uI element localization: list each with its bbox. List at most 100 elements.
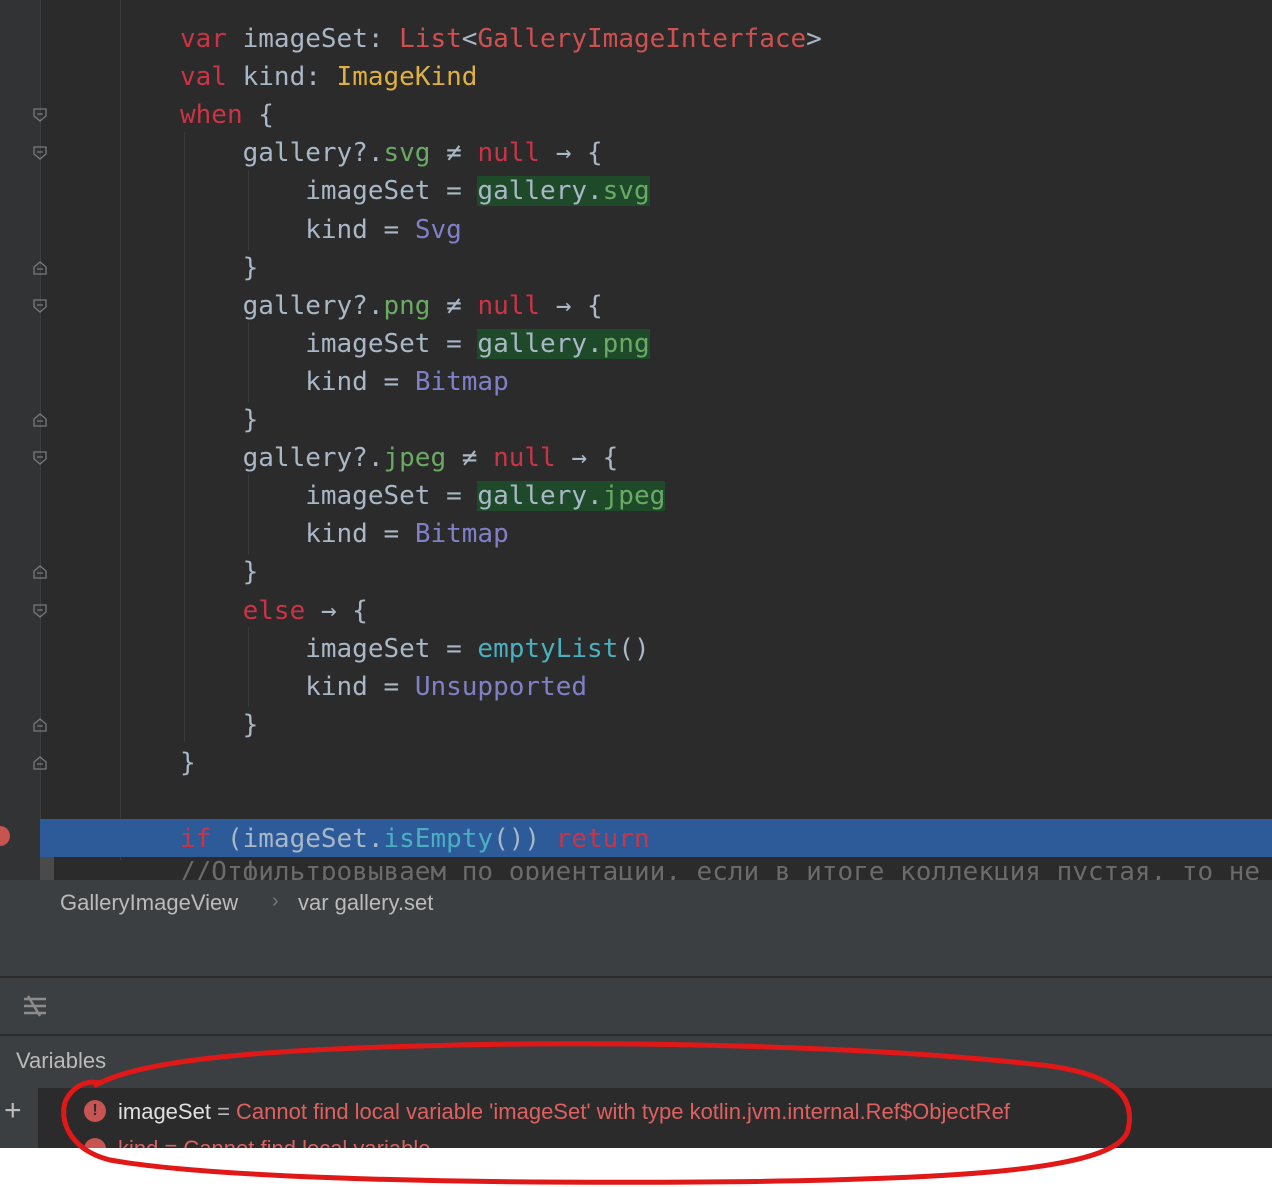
code-line[interactable]: imageSet = gallery.jpeg (180, 477, 666, 515)
code-token: gallery. (477, 481, 603, 512)
variable-name: imageSet (118, 1099, 211, 1124)
fold-collapse-icon[interactable] (32, 450, 48, 466)
code-token: svg (383, 138, 431, 169)
code-token: imageSet = (180, 176, 478, 207)
code-token: gallery?. (180, 290, 384, 321)
error-icon: ! (84, 1100, 106, 1122)
code-token: kind = (180, 519, 415, 550)
code-token: else (242, 595, 306, 626)
gutter-divider (40, 0, 41, 880)
error-icon (84, 1138, 106, 1148)
fold-collapse-icon[interactable] (32, 298, 48, 314)
layout-settings-icon[interactable] (22, 994, 48, 1018)
code-token: kind: (226, 62, 337, 93)
breadcrumb: GalleryImageView › var gallery.set (0, 880, 1272, 926)
code-token: ImageKind (336, 62, 478, 93)
code-line[interactable]: } (180, 249, 259, 287)
code-token: Unsupported (414, 671, 587, 702)
code-token: ≠ (430, 138, 478, 169)
code-line[interactable]: } (180, 706, 259, 744)
fold-collapse-icon[interactable] (32, 107, 48, 123)
editor-gutter[interactable] (0, 0, 40, 880)
code-line[interactable]: else → { (180, 592, 368, 630)
code-line[interactable]: val kind: ImageKind (180, 58, 477, 96)
code-token: svg (602, 176, 650, 207)
code-token: gallery. (477, 328, 603, 359)
breadcrumb-class[interactable]: GalleryImageView (60, 890, 238, 916)
variable-row-partial[interactable]: kind = Cannot find local variable (84, 1138, 484, 1148)
code-line[interactable]: if (imageSet.isEmpty()) return (180, 820, 650, 858)
code-line[interactable]: imageSet = gallery.png (180, 325, 650, 363)
code-token: } (180, 747, 196, 778)
code-token: } (180, 557, 259, 588)
code-token: gallery?. (180, 138, 384, 169)
code-line[interactable]: when { (180, 96, 274, 134)
code-token: return (555, 824, 650, 855)
code-token: var (180, 24, 227, 54)
code-line[interactable]: } (180, 744, 196, 782)
code-token: Bitmap (414, 366, 509, 397)
fold-end-icon[interactable] (32, 755, 48, 771)
code-token: > (806, 24, 822, 54)
code-line[interactable]: gallery?.png ≠ null → { (180, 287, 603, 325)
code-token: jpeg (602, 481, 666, 512)
fold-end-icon[interactable] (32, 717, 48, 733)
code-token: emptyList (477, 633, 619, 664)
code-token: imageSet = (180, 328, 478, 359)
code-line[interactable]: } (180, 553, 259, 591)
variables-list[interactable]: + ! imageSet = Cannot find local variabl… (0, 1088, 1272, 1148)
fold-collapse-icon[interactable] (32, 603, 48, 619)
code-token: → { (305, 595, 368, 626)
code-token: jpeg (383, 443, 447, 474)
code-token: null (477, 290, 541, 321)
fold-end-icon[interactable] (32, 412, 48, 428)
breadcrumb-separator-icon: › (272, 890, 279, 912)
code-token: gallery. (477, 176, 603, 207)
code-line[interactable]: kind = Bitmap (180, 363, 509, 401)
code-token: () (618, 633, 650, 664)
fold-end-icon[interactable] (32, 564, 48, 580)
code-token: null (477, 138, 541, 169)
code-token: } (180, 709, 259, 740)
code-line[interactable]: kind = Bitmap (180, 515, 509, 553)
variable-entry: imageSet = Cannot find local variable 'i… (118, 1099, 1010, 1125)
code-line[interactable]: kind = Svg (180, 211, 462, 249)
code-token: null (493, 443, 556, 474)
variables-title: Variables (16, 1048, 107, 1073)
code-token: imageSet = (180, 481, 478, 512)
code-token: isEmpty (383, 824, 494, 855)
code-token: imageSet = (180, 633, 478, 664)
code-token: Bitmap (414, 519, 509, 550)
variables-side-toolbar: + (0, 1088, 38, 1148)
code-line[interactable]: gallery?.jpeg ≠ null → { (180, 439, 619, 477)
code-token: png (602, 328, 650, 359)
code-line[interactable]: imageSet = gallery.svg (180, 172, 650, 210)
code-line[interactable]: kind = Unsupported (180, 668, 587, 706)
code-token: if (180, 824, 212, 855)
code-token: → { (540, 138, 603, 169)
variable-error-message: kind = Cannot find local variable (118, 1138, 430, 1148)
variables-panel-header: Variables (0, 1036, 1272, 1088)
code-line[interactable]: imageSet = emptyList() (180, 630, 650, 668)
code-token: val (180, 62, 227, 93)
variable-equals: = (210, 1099, 237, 1124)
code-token: } (180, 405, 259, 435)
code-line[interactable]: } (180, 401, 259, 439)
debug-frames-panel (0, 926, 1272, 976)
code-token: ≠ (446, 443, 494, 474)
code-line[interactable]: gallery?.svg ≠ null → { (180, 134, 603, 172)
code-token: GalleryImageInterface (477, 24, 807, 54)
code-editor[interactable]: var imageSet: List<GalleryImageInterface… (0, 0, 1272, 880)
breadcrumb-member[interactable]: var gallery.set (298, 890, 433, 916)
code-token: ≠ (430, 290, 478, 321)
code-token: kind = (180, 671, 415, 702)
add-watch-icon[interactable]: + (4, 1096, 22, 1126)
code-line[interactable]: var imageSet: List<GalleryImageInterface… (180, 20, 822, 58)
indent-guide-outer (120, 0, 121, 860)
code-token: png (383, 290, 431, 321)
ide-window: var imageSet: List<GalleryImageInterface… (0, 0, 1272, 1148)
code-comment-line: //Отфильтровываем по ориентации, если в … (180, 857, 1261, 880)
fold-collapse-icon[interactable] (32, 145, 48, 161)
fold-end-icon[interactable] (32, 260, 48, 276)
